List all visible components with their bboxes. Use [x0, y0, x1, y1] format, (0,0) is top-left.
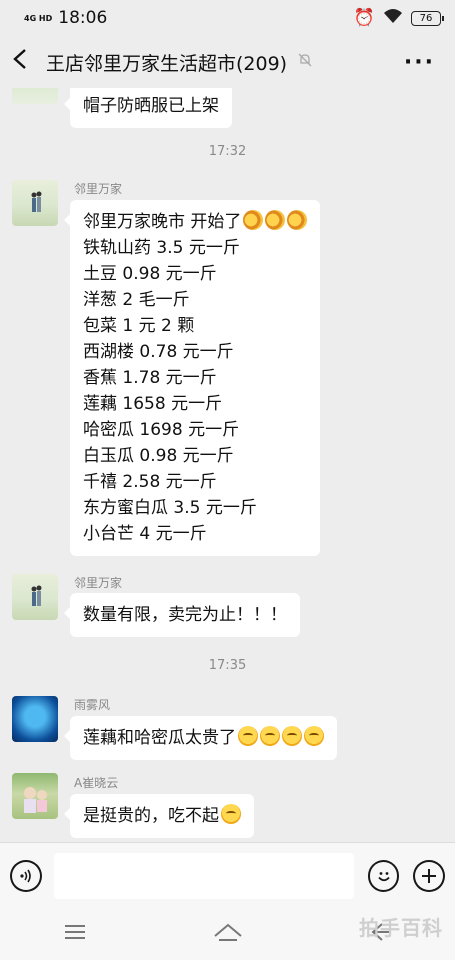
thinking-emoji-icon — [260, 726, 280, 746]
status-time: 18:06 — [58, 8, 108, 28]
thinking-emoji-icon — [282, 726, 302, 746]
voice-icon[interactable] — [10, 859, 42, 892]
avatar[interactable] — [12, 88, 58, 104]
message-line: 白玉瓜 0.98 元一斤 — [83, 446, 234, 466]
avatar[interactable] — [12, 696, 58, 742]
snail-emoji-icon — [265, 210, 286, 230]
avatar[interactable] — [12, 773, 58, 819]
mute-bell-icon — [297, 52, 313, 72]
home-nav-icon[interactable] — [213, 922, 243, 947]
message-line: 洋葱 2 毛一斤 — [83, 290, 190, 310]
avatar[interactable] — [12, 180, 58, 226]
status-bar: 4G HD 18:06 ⏰ 76 — [0, 0, 455, 36]
wifi-icon — [383, 8, 403, 29]
back-arrow-icon[interactable] — [12, 47, 46, 77]
message-line: 邻里万家晚市 开始了 — [83, 209, 308, 235]
battery-level: 76 — [419, 12, 433, 24]
menu-nav-icon[interactable] — [64, 922, 86, 946]
thinking-emoji-icon — [221, 804, 241, 824]
sender-name: A崔晓云 — [74, 776, 119, 790]
message-bubble[interactable]: 帽子防晒服已上架 — [64, 88, 232, 128]
message-line: 是挺贵的，吃不起 — [83, 803, 241, 829]
network-indicator: 4G HD — [24, 13, 53, 23]
watermark: 拍手百科 — [359, 916, 443, 940]
message-text: 帽子防晒服已上架 — [83, 96, 219, 116]
message-text: 数量有限，卖完为止！！！ — [83, 605, 287, 625]
timestamp: 17:35 — [208, 658, 247, 673]
message-line: 包菜 1 元 2 颗 — [83, 316, 195, 336]
message-line: 土豆 0.98 元一斤 — [83, 264, 217, 284]
chat-area[interactable]: 帽子防晒服已上架 17:32 邻里万家 邻里万家晚市 开始了 铁轨山药 3.5 … — [0, 88, 455, 842]
sender-name: 邻里万家 — [74, 576, 123, 590]
avatar[interactable] — [12, 574, 58, 620]
status-icons: ⏰ 76 — [353, 8, 444, 29]
thinking-emoji-icon — [238, 726, 258, 746]
message-bubble[interactable]: 数量有限，卖完为止！！！ — [64, 593, 300, 637]
message-line: 千禧 2.58 元一斤 — [83, 472, 217, 492]
message-line: 小台芒 4 元一斤 — [83, 524, 207, 544]
message-line: 哈密瓜 1698 元一斤 — [83, 420, 240, 440]
message-line: 铁轨山药 3.5 元一斤 — [83, 238, 240, 258]
message-line: 西湖楼 0.78 元一斤 — [83, 342, 234, 362]
input-bar — [0, 842, 455, 908]
snail-emoji-icon — [243, 210, 264, 230]
thinking-emoji-icon — [304, 726, 324, 746]
message-line: 香蕉 1.78 元一斤 — [83, 368, 217, 388]
sender-name: 雨雾风 — [74, 698, 111, 712]
timestamp: 17:32 — [208, 144, 247, 159]
message-line: 东方蜜白瓜 3.5 元一斤 — [83, 498, 257, 518]
message-input[interactable] — [53, 852, 354, 899]
message-line: 莲藕和哈密瓜太贵了 — [83, 725, 324, 751]
message-line: 莲藕 1658 元一斤 — [83, 394, 223, 414]
more-icon[interactable]: ··· — [404, 50, 443, 75]
emoji-icon[interactable] — [367, 859, 400, 892]
alarm-icon: ⏰ — [353, 8, 375, 28]
snail-emoji-icon — [287, 210, 308, 230]
chat-title[interactable]: 王店邻里万家生活超市(209) — [46, 49, 287, 76]
sender-name: 邻里万家 — [74, 182, 123, 196]
message-bubble[interactable]: 邻里万家晚市 开始了 铁轨山药 3.5 元一斤 土豆 0.98 元一斤 洋葱 2… — [63, 200, 321, 556]
chat-header: 王店邻里万家生活超市(209) ··· — [0, 36, 455, 88]
message-bubble[interactable]: 莲藕和哈密瓜太贵了 — [64, 716, 337, 760]
plus-icon[interactable] — [413, 859, 446, 892]
battery-icon: 76 — [411, 10, 444, 26]
message-bubble[interactable]: 是挺贵的，吃不起 — [64, 794, 254, 838]
